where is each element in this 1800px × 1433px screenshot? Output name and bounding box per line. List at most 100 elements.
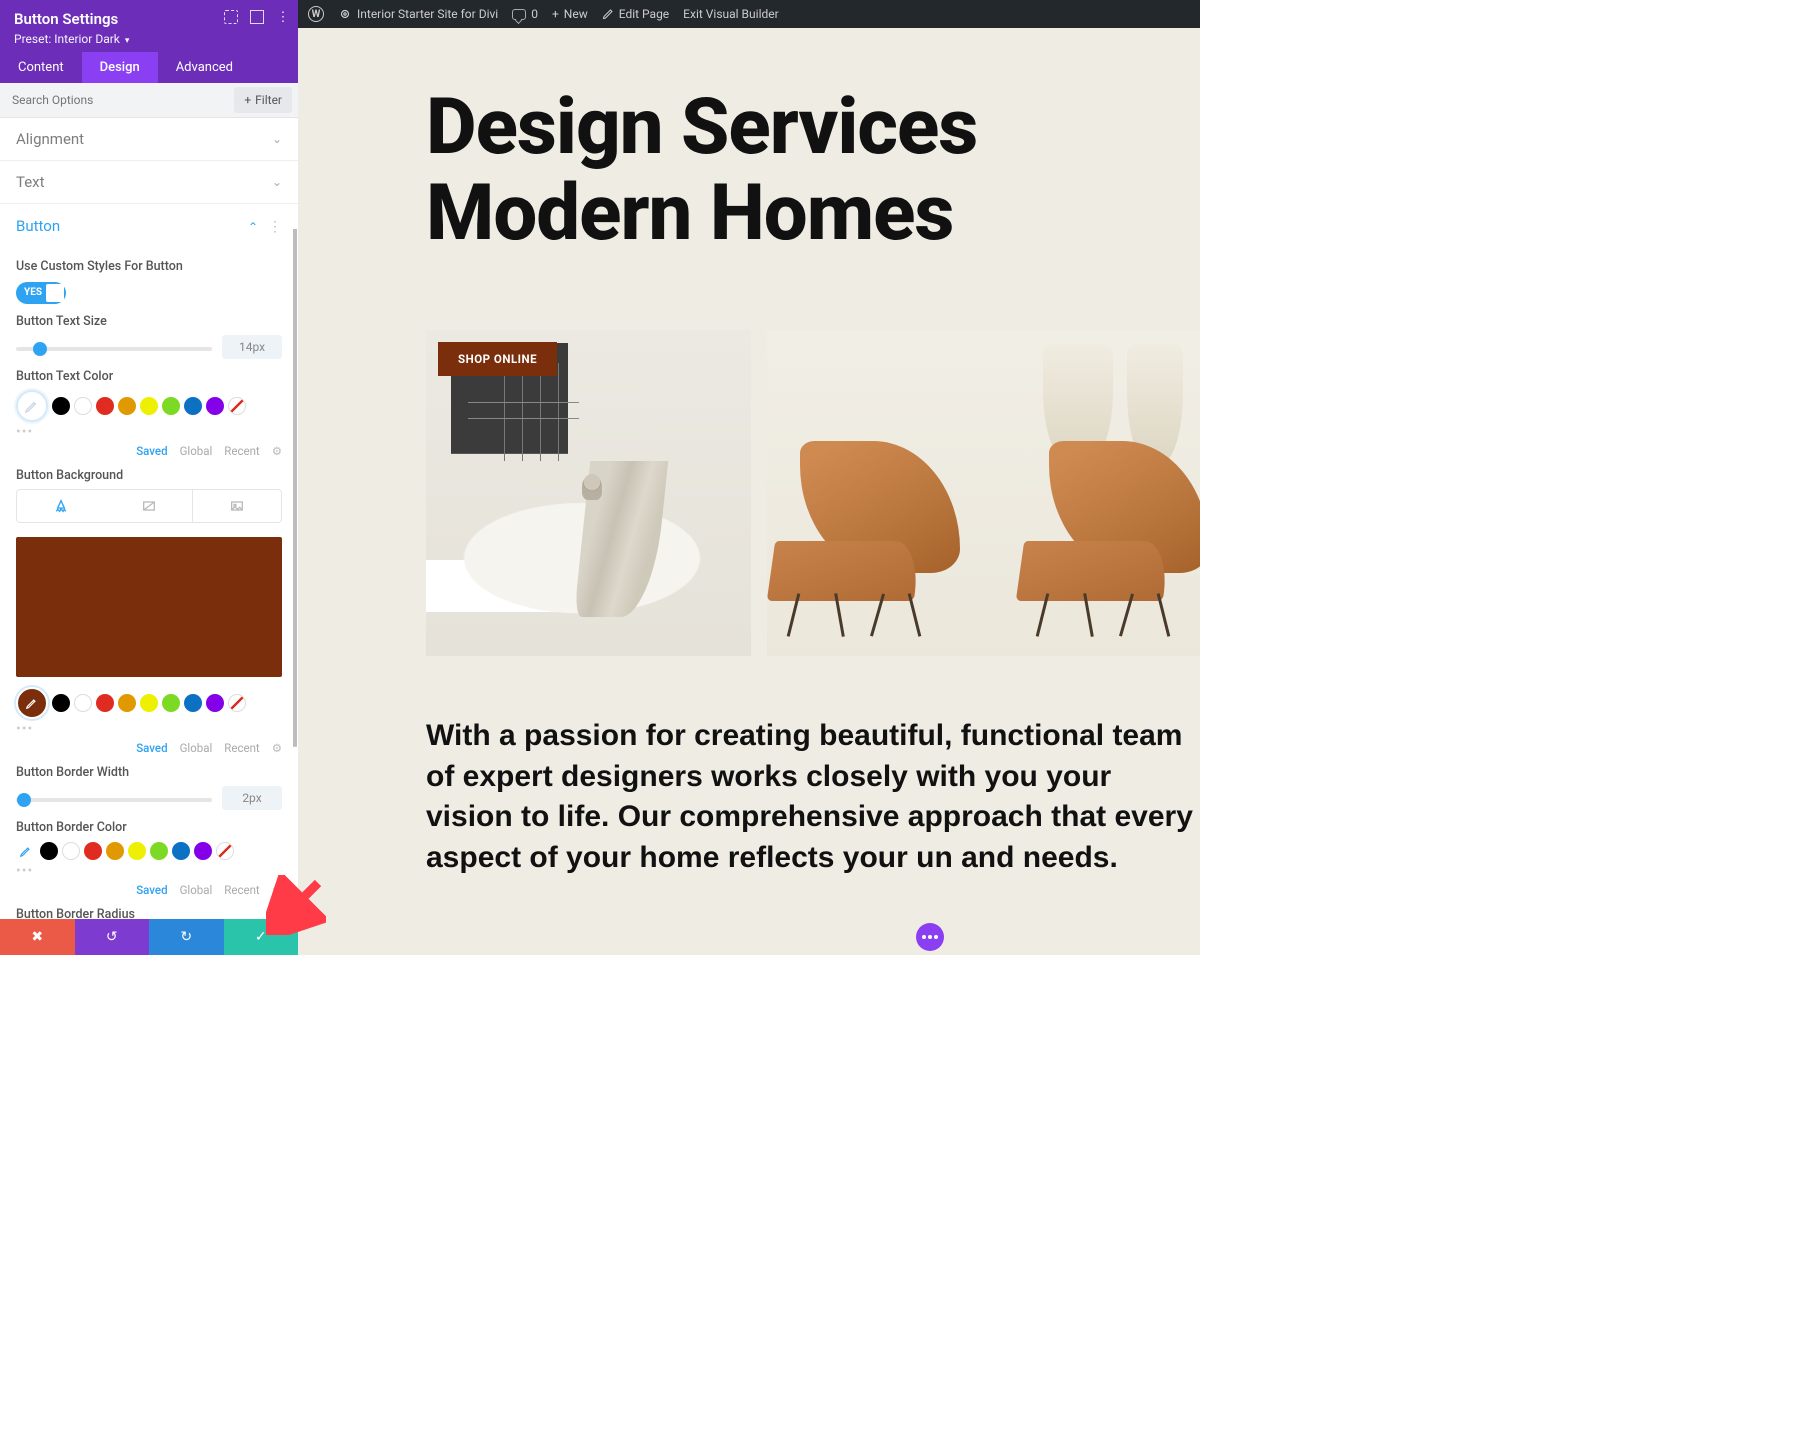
swatch-black[interactable]: [52, 694, 70, 712]
responsive-icon[interactable]: [224, 10, 238, 24]
search-input[interactable]: [0, 84, 228, 116]
gear-icon[interactable]: ⚙: [272, 883, 282, 897]
text-size-value[interactable]: 14px: [222, 335, 282, 359]
cancel-button[interactable]: ✖: [0, 919, 75, 955]
gear-icon[interactable]: ⚙: [272, 444, 282, 458]
more-swatches-icon[interactable]: •••: [16, 863, 282, 879]
tab-advanced[interactable]: Advanced: [158, 52, 251, 83]
accordion-head-text[interactable]: Text ⌄: [0, 161, 298, 203]
swatch-purple[interactable]: [206, 694, 224, 712]
field-text-color: Button Text Color: [16, 369, 282, 458]
bg-tab-image[interactable]: [193, 490, 281, 522]
field-border-radius: Button Border Radius: [16, 907, 282, 920]
slider-thumb[interactable]: [17, 793, 31, 807]
snap-icon[interactable]: [250, 10, 264, 24]
swatch-red[interactable]: [84, 842, 102, 860]
swatch-blue[interactable]: [172, 842, 190, 860]
swatch-black[interactable]: [40, 842, 58, 860]
current-color-bg[interactable]: [16, 687, 48, 719]
accordion-head-alignment[interactable]: Alignment ⌄: [0, 118, 298, 160]
slider-thumb[interactable]: [33, 342, 47, 356]
swatch-transparent[interactable]: [228, 397, 246, 415]
panel-preset[interactable]: Preset: Interior Dark ▾: [14, 32, 284, 46]
undo-button[interactable]: ↺: [75, 919, 150, 955]
kebab-menu-icon[interactable]: ⋮: [268, 219, 282, 235]
panel-header-actions: ⋮: [224, 10, 290, 24]
kebab-menu-icon[interactable]: ⋮: [276, 10, 290, 24]
border-width-value[interactable]: 2px: [222, 786, 282, 810]
swatch-white[interactable]: [62, 842, 80, 860]
wp-comments[interactable]: 0: [512, 7, 538, 21]
field-text-size: Button Text Size 14px: [16, 314, 282, 359]
swatch-yellow[interactable]: [128, 842, 146, 860]
swatch-purple[interactable]: [194, 842, 212, 860]
field-custom-styles: Use Custom Styles For Button YES: [16, 259, 282, 304]
swatch-white[interactable]: [74, 694, 92, 712]
swatch-orange[interactable]: [118, 694, 136, 712]
tab-design[interactable]: Design: [82, 52, 158, 83]
toggle-knob: [46, 284, 64, 302]
swatch-blue[interactable]: [184, 694, 202, 712]
swatch-purple[interactable]: [206, 397, 224, 415]
divi-fab-button[interactable]: [916, 923, 944, 951]
slider-border-width[interactable]: [16, 798, 212, 802]
bg-type-tabs: [16, 489, 282, 523]
dots-icon: [928, 935, 932, 939]
swatch-green[interactable]: [150, 842, 168, 860]
swatch-white[interactable]: [74, 397, 92, 415]
redo-button[interactable]: ↻: [149, 919, 224, 955]
accordion-button: Button ⌃ ⋮ Use Custom Styles For Button …: [0, 204, 298, 919]
color-meta-row: Saved Global Recent ⚙: [16, 741, 282, 755]
shop-online-button[interactable]: SHOP ONLINE: [438, 342, 557, 376]
settings-tabs: Content Design Advanced: [0, 52, 298, 83]
swatch-transparent[interactable]: [216, 842, 234, 860]
swatch-yellow[interactable]: [140, 694, 158, 712]
swatch-orange[interactable]: [118, 397, 136, 415]
panel-header: Button Settings Preset: Interior Dark ▾ …: [0, 0, 298, 52]
eyedropper-icon[interactable]: [16, 841, 36, 861]
swatch-green[interactable]: [162, 397, 180, 415]
options-scroll[interactable]: Alignment ⌄ Text ⌄ Button ⌃ ⋮ Use Custom…: [0, 118, 298, 919]
tab-content[interactable]: Content: [0, 52, 82, 83]
bg-tab-color[interactable]: [17, 490, 105, 522]
swatch-yellow[interactable]: [140, 397, 158, 415]
more-swatches-icon[interactable]: •••: [16, 424, 282, 440]
wp-edit-page[interactable]: Edit Page: [602, 7, 669, 21]
slider-text-size[interactable]: [16, 347, 212, 351]
current-color-text[interactable]: [16, 390, 48, 422]
save-button[interactable]: ✓: [224, 919, 299, 955]
toggle-custom-styles[interactable]: YES: [16, 282, 66, 304]
filter-button[interactable]: + Filter: [234, 87, 292, 113]
bg-color-preview[interactable]: [16, 537, 282, 677]
search-row: + Filter: [0, 83, 298, 118]
swatch-green[interactable]: [162, 694, 180, 712]
swatch-black[interactable]: [52, 397, 70, 415]
swatch-orange[interactable]: [106, 842, 124, 860]
swatch-blue[interactable]: [184, 397, 202, 415]
wp-logo-icon[interactable]: W: [308, 6, 324, 22]
wp-exit-builder[interactable]: Exit Visual Builder: [683, 7, 779, 21]
body-paragraph: With a passion for creating beautiful, f…: [426, 716, 1200, 878]
panel-footer: ✖ ↺ ↻ ✓: [0, 919, 298, 955]
wp-site-link[interactable]: Interior Starter Site for Divi: [338, 7, 498, 21]
chevron-down-icon: ⌄: [272, 175, 282, 189]
bg-tab-gradient[interactable]: [105, 490, 194, 522]
caret-down-icon: ▾: [125, 36, 130, 46]
swatch-red[interactable]: [96, 397, 114, 415]
accordion-alignment: Alignment ⌄: [0, 118, 298, 161]
button-settings-panel: Button Settings Preset: Interior Dark ▾ …: [0, 0, 298, 955]
chevron-up-icon: ⌃: [248, 220, 258, 234]
swatch-transparent[interactable]: [228, 694, 246, 712]
more-swatches-icon[interactable]: •••: [16, 721, 282, 737]
page-preview: W Interior Starter Site for Divi 0 + New…: [298, 0, 1200, 955]
wp-new[interactable]: + New: [552, 7, 588, 21]
comment-icon: [512, 9, 526, 20]
plus-icon: +: [244, 93, 251, 107]
gear-icon[interactable]: ⚙: [272, 741, 282, 755]
swatch-red[interactable]: [96, 694, 114, 712]
color-meta-row: Saved Global Recent ⚙: [16, 883, 282, 897]
page-content: Design Services Modern Homes SHOP ONLINE…: [298, 28, 1200, 878]
accordion-head-button[interactable]: Button ⌃ ⋮: [0, 204, 298, 247]
plus-icon: +: [552, 7, 559, 21]
gallery-image-2: [767, 330, 1200, 656]
